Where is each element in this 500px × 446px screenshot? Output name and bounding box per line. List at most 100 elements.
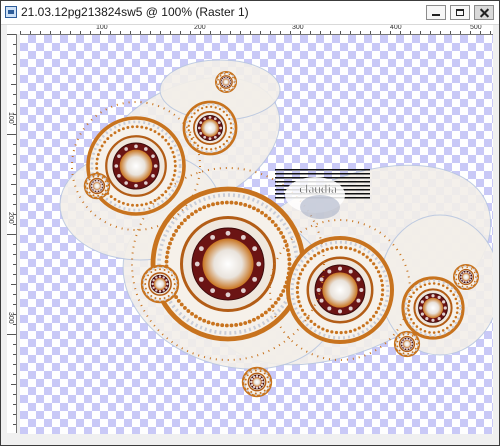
vertical-ruler[interactable]: 100 200 300 (7, 34, 17, 433)
ruler-tick (13, 394, 16, 395)
ruler-tick (290, 31, 291, 34)
close-button[interactable] (474, 5, 494, 20)
ruler-tick (13, 304, 16, 305)
ruler-tick (40, 31, 41, 34)
ruler-tick (13, 164, 16, 165)
ruler-label-300: 300 (292, 25, 304, 31)
ruler-tick (160, 31, 161, 34)
ruler-tick (180, 31, 181, 34)
minimize-button[interactable] (426, 5, 446, 20)
fractal-image: claudia (59, 59, 493, 398)
ruler-tick (340, 31, 341, 34)
ruler-corner (7, 25, 20, 34)
ruler-label-100: 100 (96, 25, 108, 31)
ruler-tick (50, 31, 51, 34)
ruler-tick (200, 31, 201, 34)
ruler-tick (380, 31, 381, 34)
ruler-tick (13, 54, 16, 55)
ruler-tick (13, 94, 16, 95)
ruler-tick (13, 44, 16, 45)
ruler-tick (7, 334, 16, 335)
ruler-tick (60, 31, 61, 34)
ruler-tick (11, 284, 16, 285)
image-canvas[interactable]: claudia (20, 35, 493, 434)
ruler-tick (13, 104, 16, 105)
ruler-tick (170, 31, 171, 34)
ruler-tick (13, 424, 16, 425)
ruler-tick (390, 31, 391, 34)
ruler-tick (430, 31, 431, 34)
ruler-tick (210, 31, 211, 34)
ruler-tick (13, 114, 16, 115)
horizontal-ruler[interactable]: 100 200 300 400 500 (20, 25, 493, 35)
ruler-tick (100, 31, 101, 34)
ruler-tick (130, 31, 131, 34)
ruler-tick (7, 34, 16, 35)
ruler-tick (110, 31, 111, 34)
ruler-tick (11, 384, 16, 385)
ruler-tick (13, 214, 16, 215)
ruler-tick (80, 31, 81, 34)
ruler-tick (150, 31, 151, 34)
ruler-tick (13, 314, 16, 315)
ruler-tick (270, 31, 271, 34)
ruler-tick (330, 31, 331, 34)
ruler-tick (13, 324, 16, 325)
ruler-tick (13, 244, 16, 245)
ruler-tick (320, 31, 321, 34)
ruler-tick (30, 31, 31, 34)
document-window: 21.03.12pg213824sw5 @ 100% (Raster 1) 10… (0, 0, 500, 446)
ruler-tick (13, 204, 16, 205)
ruler-tick (13, 74, 16, 75)
ruler-tick (13, 374, 16, 375)
ruler-tick (360, 31, 361, 34)
ruler-tick (7, 134, 16, 135)
ruler-tick (13, 224, 16, 225)
ruler-tick (7, 234, 16, 235)
ruler-tick (460, 31, 461, 34)
ruler-tick (280, 31, 281, 34)
ruler-tick (220, 31, 221, 34)
ruler-tick (13, 124, 16, 125)
ruler-tick (190, 31, 191, 34)
ruler-tick (250, 31, 251, 34)
ruler-tick (470, 31, 471, 34)
ruler-tick (370, 31, 371, 34)
ruler-tick (120, 31, 121, 34)
ruler-tick (13, 264, 16, 265)
psp-document-icon[interactable] (5, 6, 17, 18)
ruler-tick (13, 254, 16, 255)
ruler-tick (13, 194, 16, 195)
ruler-tick (400, 31, 401, 34)
ruler-tick (13, 64, 16, 65)
watermark-text: claudia (299, 181, 337, 196)
ruler-tick (11, 84, 16, 85)
ruler-tick (410, 31, 411, 34)
ruler-tick (13, 344, 16, 345)
ruler-tick (13, 154, 16, 155)
ruler-tick (300, 31, 301, 34)
title-bar[interactable]: 21.03.12pg213824sw5 @ 100% (Raster 1) (1, 1, 499, 25)
ruler-tick (70, 31, 71, 34)
ruler-tick (240, 31, 241, 34)
ruler-tick (490, 31, 491, 34)
maximize-button[interactable] (450, 5, 470, 20)
ruler-tick (440, 31, 441, 34)
window-title: 21.03.12pg213824sw5 @ 100% (Raster 1) (21, 5, 249, 19)
ruler-tick (13, 354, 16, 355)
ruler-tick (310, 31, 311, 34)
ruler-tick (90, 31, 91, 34)
ruler-tick (13, 414, 16, 415)
ruler-tick (140, 31, 141, 34)
ruler-tick (13, 274, 16, 275)
ruler-tick (480, 31, 481, 34)
ruler-tick (450, 31, 451, 34)
ruler-tick (13, 174, 16, 175)
ruler-tick (13, 404, 16, 405)
ruler-tick (13, 294, 16, 295)
ruler-tick (420, 31, 421, 34)
ruler-tick (350, 31, 351, 34)
ruler-tick (20, 31, 21, 34)
ruler-tick (230, 31, 231, 34)
ruler-tick (11, 184, 16, 185)
